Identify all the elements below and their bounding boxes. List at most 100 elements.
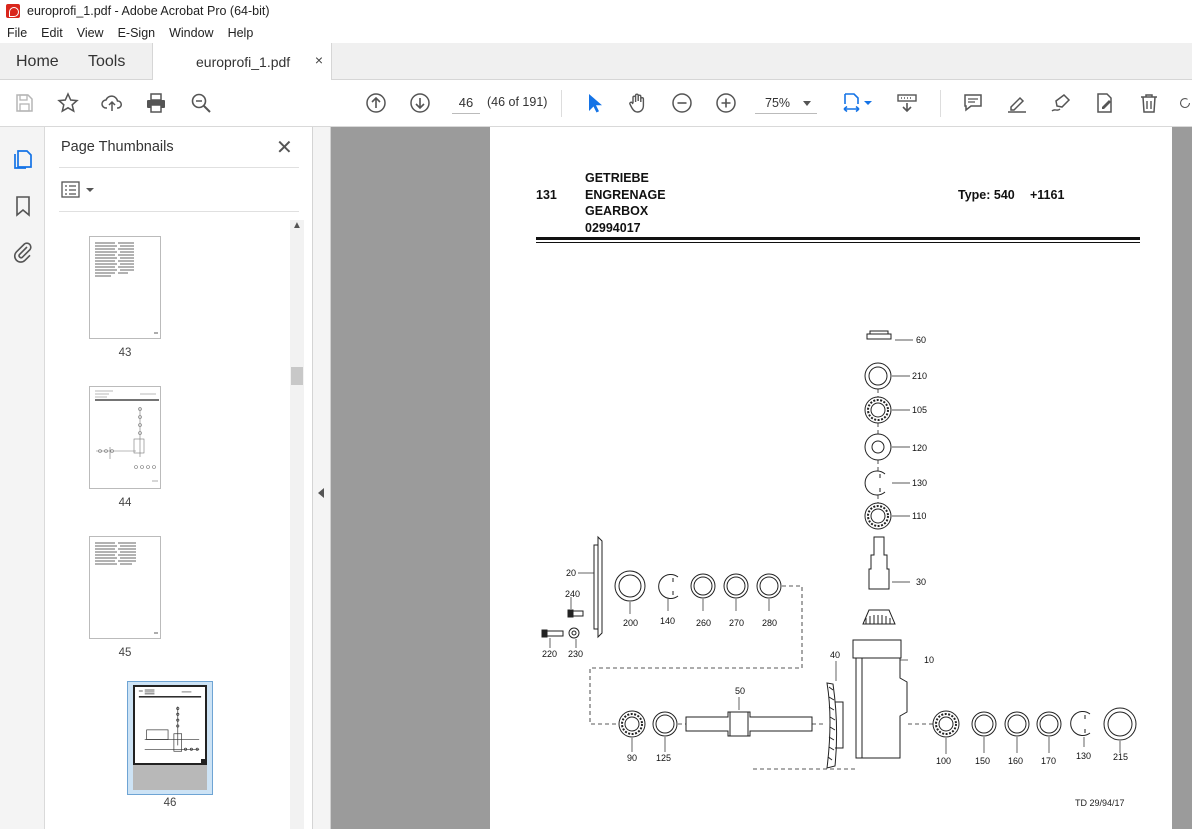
panel-title: Page Thumbnails — [61, 139, 174, 155]
callout-20: 20 — [566, 568, 576, 578]
callout-210: 210 — [912, 371, 927, 381]
thumbnail-label: 45 — [118, 647, 132, 659]
select-cursor-icon[interactable] — [582, 91, 606, 115]
part-210-ring — [864, 362, 910, 390]
next-page-icon[interactable] — [408, 91, 432, 115]
draw-sign-icon[interactable] — [1049, 91, 1073, 115]
callout-50: 50 — [735, 686, 745, 696]
thumbnail-scrollbar[interactable] — [290, 220, 304, 829]
callout-140: 140 — [660, 616, 675, 626]
tab-bar: Home Tools europrofi_1.pdf × — [0, 43, 1192, 81]
comment-icon[interactable] — [961, 91, 985, 115]
thumbnail-page-43[interactable] — [89, 236, 161, 339]
part-90-bearing — [618, 710, 646, 752]
scroll-up-icon[interactable]: ▲ — [292, 220, 302, 231]
menu-help[interactable]: Help — [221, 26, 261, 40]
fit-options-chevron-icon[interactable] — [862, 91, 874, 115]
star-icon[interactable] — [56, 91, 80, 115]
part-200-ring — [614, 570, 646, 614]
callout-60: 60 — [916, 335, 926, 345]
callout-200: 200 — [623, 618, 638, 628]
menu-window[interactable]: Window — [162, 26, 220, 40]
thumbnail-label: 46 — [163, 797, 177, 809]
thumbnail-resize-handle[interactable] — [201, 759, 207, 765]
part-50-shaft — [685, 697, 813, 737]
menu-view[interactable]: View — [70, 26, 111, 40]
divider — [59, 211, 299, 212]
part-100-bearing — [932, 710, 960, 754]
callout-90: 90 — [627, 753, 637, 763]
callout-240: 240 — [565, 589, 580, 599]
part-230-washer — [568, 627, 580, 648]
part-110-bearing — [864, 502, 910, 530]
zoom-search-icon[interactable] — [189, 91, 213, 115]
menu-esign[interactable]: E-Sign — [111, 26, 163, 40]
highlight-icon[interactable] — [1005, 91, 1029, 115]
attachment-icon[interactable] — [11, 240, 35, 264]
save-icon[interactable] — [12, 91, 36, 115]
part-20-flange — [578, 535, 603, 639]
hand-tool-icon[interactable] — [626, 91, 650, 115]
fit-page-icon[interactable] — [840, 91, 864, 115]
menu-edit[interactable]: Edit — [34, 26, 70, 40]
part-130b-circlip — [1070, 711, 1091, 747]
callout-260: 260 — [696, 618, 711, 628]
part-140-circlip — [658, 574, 679, 611]
callout-120: 120 — [912, 443, 927, 453]
zoom-out-icon[interactable] — [670, 91, 694, 115]
menu-file[interactable]: File — [0, 26, 34, 40]
rotate-icon[interactable] — [1178, 91, 1192, 115]
part-260-ring — [690, 573, 716, 611]
thumbnail-label: 43 — [118, 347, 132, 359]
callout-220: 220 — [542, 649, 557, 659]
part-30-pinion-shaft — [862, 536, 910, 625]
zoom-in-icon[interactable] — [714, 91, 738, 115]
page-thumbnails-icon[interactable] — [11, 147, 35, 171]
thumbnail-options-menu[interactable] — [61, 180, 97, 200]
tab-document-label: europrofi_1.pdf — [196, 54, 291, 70]
edit-pdf-icon[interactable] — [1093, 91, 1117, 115]
part-60-cap — [866, 330, 913, 341]
document-viewer[interactable]: 131 GETRIEBE ENGRENAGE GEARBOX 02994017 … — [331, 127, 1192, 829]
tab-home[interactable]: Home — [16, 43, 59, 80]
bookmark-icon[interactable] — [11, 194, 35, 218]
thumbnail-page-44[interactable] — [89, 386, 161, 489]
callout-40: 40 — [830, 650, 840, 660]
page-count: (46 of 191) — [487, 95, 548, 109]
previous-page-icon[interactable] — [364, 91, 388, 115]
print-icon[interactable] — [144, 91, 168, 115]
part-215-ring — [1103, 707, 1137, 753]
zoom-level-value: 75% — [765, 96, 791, 110]
acrobat-app-icon — [6, 4, 20, 18]
collapse-arrow-icon[interactable] — [318, 488, 324, 498]
panel-collapse-splitter[interactable] — [313, 127, 331, 829]
panel-close-button[interactable]: ✕ — [276, 135, 293, 160]
callout-150: 150 — [975, 756, 990, 766]
callout-30: 30 — [916, 577, 926, 587]
part-130-circlip — [864, 470, 910, 496]
part-10-housing — [852, 639, 908, 759]
tab-document[interactable]: europrofi_1.pdf × — [152, 43, 332, 81]
delete-icon[interactable] — [1137, 91, 1161, 115]
scrollbar-thumb[interactable] — [291, 367, 303, 385]
thumbnail-page-46[interactable] — [133, 685, 207, 765]
toolbar-divider — [561, 90, 562, 117]
part-125-ring — [652, 711, 678, 752]
part-240-screw — [567, 597, 584, 618]
part-220-bolt — [541, 629, 564, 648]
callout-215: 215 — [1113, 752, 1128, 762]
page-footer: TD 29/94/17 — [1075, 798, 1125, 808]
upload-cloud-icon[interactable] — [100, 91, 124, 115]
part-150-ring — [971, 711, 997, 753]
callout-280: 280 — [762, 618, 777, 628]
callout-270: 270 — [729, 618, 744, 628]
scroll-mode-icon[interactable] — [895, 91, 919, 115]
page-number-input[interactable]: 46 — [452, 92, 480, 114]
zoom-level-dropdown[interactable]: 75% — [755, 92, 817, 114]
thumbnail-page-45[interactable] — [89, 536, 161, 639]
part-170-ring — [1036, 711, 1062, 753]
menu-bar: File Edit View E-Sign Window Help — [0, 22, 1192, 43]
part-105-bearing — [864, 396, 910, 424]
tab-close-button[interactable]: × — [315, 52, 323, 68]
tab-tools[interactable]: Tools — [88, 43, 125, 80]
